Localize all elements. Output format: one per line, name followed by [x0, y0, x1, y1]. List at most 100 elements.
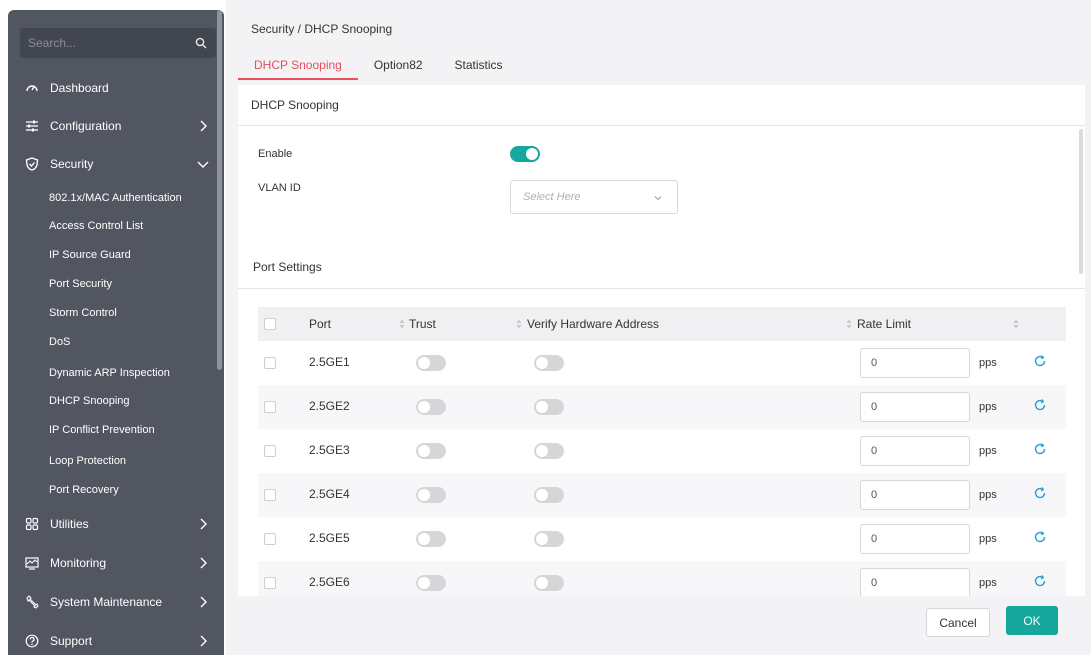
sort-icon[interactable] [846, 319, 852, 329]
trust-toggle[interactable] [416, 531, 446, 547]
refresh-icon[interactable] [1033, 354, 1047, 368]
select-all-checkbox[interactable] [264, 318, 276, 330]
toggle-knob [418, 357, 430, 369]
rate-unit: pps [979, 401, 997, 413]
sidebar-item-storm-control[interactable]: Storm Control [49, 303, 117, 323]
port-name: 2.5GE6 [309, 575, 350, 589]
header-verify-hardware-address: Verify Hardware Address [527, 317, 660, 331]
wrench-icon [24, 594, 40, 610]
verify-hardware-toggle[interactable] [534, 355, 564, 371]
nav-label-utilities: Utilities [50, 517, 89, 531]
row-checkbox[interactable] [264, 445, 276, 457]
sidebar-item-port-security[interactable]: Port Security [49, 274, 112, 294]
verify-hardware-toggle[interactable] [534, 399, 564, 415]
toggle-knob [418, 533, 430, 545]
rate-limit-input[interactable] [860, 524, 970, 554]
toggle-knob [526, 148, 538, 160]
row-checkbox[interactable] [264, 533, 276, 545]
rate-limit-input[interactable] [860, 568, 970, 596]
port-name: 2.5GE3 [309, 443, 350, 457]
sidebar-item-dos[interactable]: DoS [49, 332, 70, 352]
trust-toggle[interactable] [416, 355, 446, 371]
refresh-icon[interactable] [1033, 398, 1047, 412]
search-icon[interactable] [194, 36, 208, 50]
grid-icon [24, 516, 40, 532]
nav-label-system-maintenance: System Maintenance [50, 595, 163, 609]
tab-bar: DHCP Snooping Option82 Statistics [238, 52, 519, 80]
refresh-icon[interactable] [1033, 486, 1047, 500]
ok-button[interactable]: OK [1006, 606, 1058, 635]
nav-item-support[interactable]: Support [8, 629, 220, 653]
rate-limit-input[interactable] [860, 480, 970, 510]
table-row: 2.5GE2 pps [258, 385, 1066, 429]
enable-label: Enable [258, 148, 293, 160]
rate-limit-input[interactable] [860, 392, 970, 422]
search-input[interactable] [28, 36, 194, 50]
trust-toggle[interactable] [416, 487, 446, 503]
search-box[interactable] [20, 28, 216, 58]
verify-hardware-toggle[interactable] [534, 443, 564, 459]
toggle-knob [418, 445, 430, 457]
chevron-right-icon [200, 518, 207, 530]
row-checkbox[interactable] [264, 489, 276, 501]
enable-toggle[interactable] [510, 146, 540, 162]
sort-icon[interactable] [516, 319, 522, 329]
rate-limit-input[interactable] [860, 348, 970, 378]
rate-limit-input[interactable] [860, 436, 970, 466]
card-scrollbar[interactable] [1079, 129, 1083, 274]
rate-unit: pps [979, 357, 997, 369]
refresh-icon[interactable] [1033, 442, 1047, 456]
sidebar-item-dhcp-snooping[interactable]: DHCP Snooping [49, 391, 130, 411]
nav-item-configuration[interactable]: Configuration [8, 114, 220, 138]
sidebar-item-8021x-mac-auth[interactable]: 802.1x/MAC Authentication [49, 188, 182, 208]
sort-icon[interactable] [1013, 319, 1019, 329]
row-checkbox[interactable] [264, 577, 276, 589]
rate-unit: pps [979, 445, 997, 457]
vlan-id-select[interactable]: Select Here [510, 180, 678, 214]
trust-toggle[interactable] [416, 443, 446, 459]
shield-icon [24, 156, 40, 172]
toggle-knob [536, 489, 548, 501]
sidebar-item-loop-protection[interactable]: Loop Protection [49, 451, 126, 471]
toggle-knob [536, 577, 548, 589]
verify-hardware-toggle[interactable] [534, 487, 564, 503]
rate-unit: pps [979, 577, 997, 589]
nav-item-security[interactable]: Security [8, 152, 220, 176]
chevron-right-icon [200, 635, 207, 647]
sidebar-item-dynamic-arp-inspection[interactable]: Dynamic ARP Inspection [49, 363, 170, 383]
verify-hardware-toggle[interactable] [534, 575, 564, 591]
nav-item-dashboard[interactable]: Dashboard [8, 76, 220, 100]
breadcrumb: Security / DHCP Snooping [251, 22, 393, 36]
nav-item-utilities[interactable]: Utilities [8, 512, 220, 536]
nav-item-system-maintenance[interactable]: System Maintenance [8, 590, 220, 614]
sidebar-item-ip-source-guard[interactable]: IP Source Guard [49, 245, 131, 265]
trust-toggle[interactable] [416, 575, 446, 591]
chevron-right-icon [200, 557, 207, 569]
verify-hardware-toggle[interactable] [534, 531, 564, 547]
refresh-icon[interactable] [1033, 530, 1047, 544]
sidebar-scrollbar[interactable] [217, 10, 222, 370]
vlan-id-label: VLAN ID [258, 182, 301, 194]
toggle-knob [418, 489, 430, 501]
sidebar-item-ip-conflict-prevention[interactable]: IP Conflict Prevention [49, 420, 155, 440]
toggle-knob [418, 577, 430, 589]
tab-statistics[interactable]: Statistics [439, 52, 519, 80]
row-checkbox[interactable] [264, 357, 276, 369]
table-row: 2.5GE6 pps [258, 561, 1066, 596]
trust-toggle[interactable] [416, 399, 446, 415]
nav-item-monitoring[interactable]: Monitoring [8, 551, 220, 575]
toggle-knob [536, 445, 548, 457]
header-rate-limit: Rate Limit [857, 317, 912, 331]
tab-option82[interactable]: Option82 [358, 52, 439, 80]
tab-dhcp-snooping[interactable]: DHCP Snooping [238, 52, 358, 80]
row-checkbox[interactable] [264, 401, 276, 413]
sidebar-item-access-control-list[interactable]: Access Control List [49, 216, 143, 236]
vlan-id-placeholder: Select Here [523, 191, 581, 203]
rate-unit: pps [979, 533, 997, 545]
port-name: 2.5GE2 [309, 399, 350, 413]
refresh-icon[interactable] [1033, 574, 1047, 588]
sort-icon[interactable] [399, 319, 405, 329]
chevron-right-icon [200, 120, 207, 132]
sidebar-item-port-recovery[interactable]: Port Recovery [49, 480, 119, 500]
cancel-button[interactable]: Cancel [926, 608, 990, 637]
